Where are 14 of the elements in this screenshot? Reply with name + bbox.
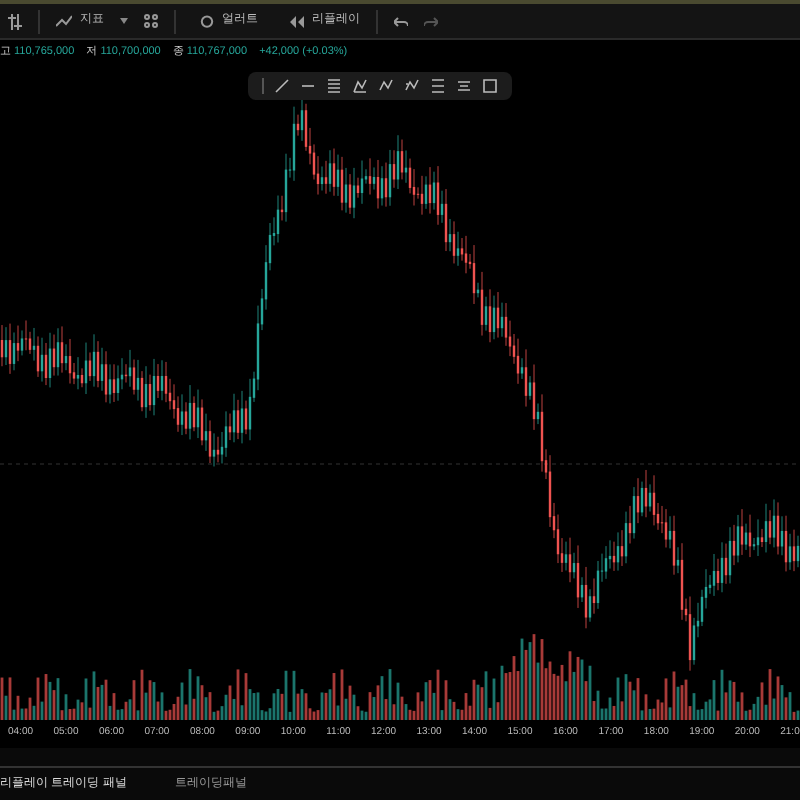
line-tool-icon[interactable]	[273, 78, 290, 94]
alarm-clock-icon	[200, 14, 214, 28]
grid-icon[interactable]	[144, 14, 158, 28]
chart-icon	[56, 14, 72, 28]
redo-icon[interactable]	[424, 15, 438, 27]
rectangle-icon[interactable]	[482, 78, 499, 94]
caret-icon[interactable]	[120, 18, 128, 24]
pattern-icon[interactable]	[351, 78, 368, 94]
wave-icon[interactable]	[404, 78, 421, 94]
undo-icon[interactable]	[394, 15, 408, 27]
parallel-lines-icon[interactable]	[430, 78, 447, 94]
sliders-icon[interactable]	[8, 13, 22, 29]
rewind-icon	[290, 15, 304, 27]
zigzag-icon[interactable]	[378, 78, 395, 94]
